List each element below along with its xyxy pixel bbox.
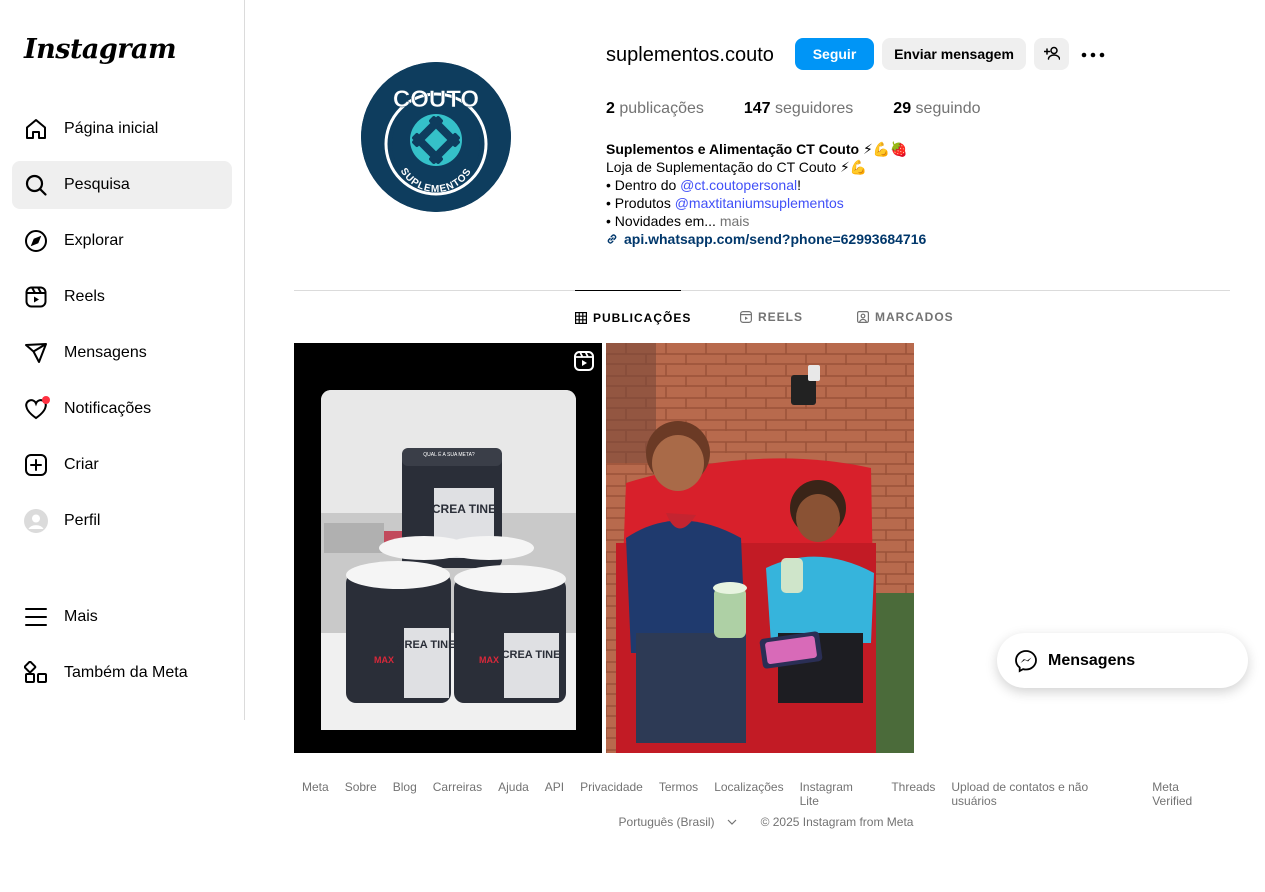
bio-line: • Novidades em... mais: [606, 213, 750, 229]
tagged-icon: [857, 311, 869, 323]
footer-link[interactable]: Sobre: [345, 780, 377, 808]
avatar-icon: [24, 509, 48, 533]
jar-label: CREA TINE: [432, 502, 496, 516]
send-message-button[interactable]: Enviar mensagem: [882, 38, 1026, 70]
footer-link[interactable]: Instagram Lite: [800, 780, 876, 808]
sidebar-item-label: Reels: [64, 288, 105, 305]
sidebar-item-profile[interactable]: Perfil: [12, 497, 232, 545]
add-user-icon: [1043, 45, 1060, 64]
sidebar-item-notifications[interactable]: Notificações: [12, 385, 232, 433]
footer-bottom: Português (Brasil) © 2025 Instagram from…: [294, 815, 1230, 829]
floating-messages-button[interactable]: Mensagens: [997, 633, 1248, 688]
reel-badge-icon: [574, 351, 594, 376]
sidebar-item-reels[interactable]: Reels: [12, 273, 232, 321]
reels-icon: [740, 311, 752, 323]
jar-label: CREA TINE: [502, 649, 561, 661]
bio-more-link[interactable]: mais: [720, 213, 750, 229]
footer-link[interactable]: Meta: [302, 780, 329, 808]
footer-link[interactable]: Termos: [659, 780, 698, 808]
language-select[interactable]: Português (Brasil): [611, 815, 745, 829]
avatar-text-top: COUTO: [393, 86, 479, 113]
home-icon: [24, 117, 48, 141]
footer-links: Meta Sobre Blog Carreiras Ajuda API Priv…: [294, 780, 1230, 808]
sidebar-item-label: Pesquisa: [64, 176, 130, 193]
footer-link[interactable]: Localizações: [714, 780, 783, 808]
heart-icon: [24, 396, 50, 421]
sidebar-item-more[interactable]: Mais: [12, 593, 232, 641]
jar-label: CREA TINE: [397, 639, 456, 651]
plus-square-icon: [24, 453, 48, 477]
post-thumbnail[interactable]: CREA TINE QUAL É A SUA META? CREA TINE M…: [294, 343, 602, 753]
sidebar-item-messages[interactable]: Mensagens: [12, 329, 232, 377]
bio-line: • Produtos @maxtitaniumsuplementos: [606, 195, 844, 211]
footer-link[interactable]: API: [545, 780, 564, 808]
sidebar-item-label: Página inicial: [64, 120, 159, 137]
link-icon: [606, 233, 618, 245]
instagram-logo[interactable]: Instagram: [24, 34, 177, 65]
tab-tagged[interactable]: MARCADOS: [857, 290, 953, 344]
sidebar-item-explore[interactable]: Explorar: [12, 217, 232, 265]
footer-link[interactable]: Blog: [393, 780, 417, 808]
profile-bio: Suplementos e Alimentação CT Couto ⚡💪🍓 L…: [606, 140, 1026, 248]
profile-avatar[interactable]: COUTO SUPLEMENTOS: [361, 62, 511, 212]
sidebar-item-search[interactable]: Pesquisa: [12, 161, 232, 209]
tab-reels[interactable]: REELS: [740, 290, 802, 344]
footer-link[interactable]: Privacidade: [580, 780, 643, 808]
more-dots-icon: [1081, 45, 1105, 63]
bio-name: Suplementos e Alimentação CT Couto ⚡💪🍓: [606, 141, 908, 157]
reels-icon: [24, 285, 48, 309]
jar-brand: MAX: [374, 655, 394, 665]
search-icon: [24, 173, 48, 197]
followers-stat[interactable]: 147 seguidores: [744, 100, 853, 118]
sidebar-item-home[interactable]: Página inicial: [12, 105, 232, 153]
tab-posts[interactable]: PUBLICAÇÕES: [575, 290, 690, 344]
post-thumbnail[interactable]: [606, 343, 914, 753]
suggest-user-button[interactable]: [1034, 38, 1069, 70]
options-button[interactable]: [1080, 44, 1106, 64]
follow-button[interactable]: Seguir: [795, 38, 874, 70]
grid-icon: [575, 311, 587, 324]
notification-dot: [42, 396, 50, 404]
sidebar-item-label: Mais: [64, 608, 98, 625]
footer-link[interactable]: Carreiras: [433, 780, 482, 808]
following-stat[interactable]: 29 seguindo: [893, 100, 980, 118]
mention-link[interactable]: @maxtitaniumsuplementos: [675, 195, 844, 211]
copyright: © 2025 Instagram from Meta: [760, 815, 914, 829]
posts-stat: 2 publicações: [606, 100, 704, 117]
jar-brand: MAX: [479, 655, 499, 665]
footer-link[interactable]: Meta Verified: [1152, 780, 1222, 808]
bio-line: • Dentro do @ct.coutopersonal!: [606, 177, 802, 193]
sidebar-item-create[interactable]: Criar: [12, 441, 232, 489]
chevron-down-icon: [727, 819, 737, 825]
footer-link[interactable]: Threads: [891, 780, 935, 808]
jar-top-label: QUAL É A SUA META?: [423, 451, 475, 458]
send-icon: [24, 341, 48, 365]
sidebar-item-label: Criar: [64, 456, 99, 473]
sidebar-item-label: Explorar: [64, 232, 124, 249]
menu-icon: [24, 605, 48, 629]
footer-link[interactable]: Upload de contatos e não usuários: [951, 780, 1136, 808]
bio-line: Loja de Suplementação do CT Couto ⚡💪: [606, 159, 868, 175]
sidebar-item-label: Mensagens: [64, 344, 147, 361]
sidebar: Instagram Página inicial Pesquisa Explor…: [0, 0, 245, 720]
mention-link[interactable]: @ct.coutopersonal: [680, 177, 797, 193]
profile-username: suplementos.couto: [606, 44, 774, 66]
profile-stats: 2 publicações 147 seguidores 29 seguindo: [606, 100, 1021, 118]
sidebar-item-label: Notificações: [64, 400, 152, 417]
meta-apps-icon: [24, 661, 48, 685]
sidebar-item-meta[interactable]: Também da Meta: [12, 649, 232, 697]
bio-external-link[interactable]: api.whatsapp.com/send?phone=62993684716: [606, 230, 1026, 248]
sidebar-item-label: Também da Meta: [64, 664, 188, 681]
compass-icon: [24, 229, 48, 253]
footer-link[interactable]: Ajuda: [498, 780, 529, 808]
sidebar-item-label: Perfil: [64, 512, 101, 529]
messenger-icon: [1014, 649, 1038, 673]
